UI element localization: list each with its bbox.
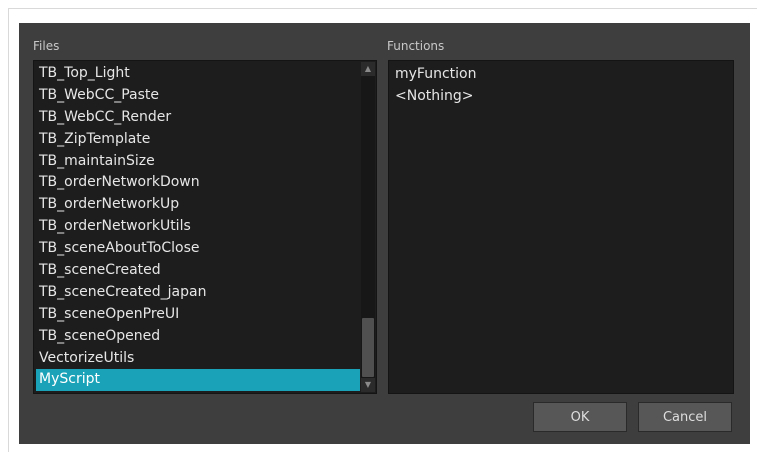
scroll-up-icon[interactable]: ▲ [361,62,375,76]
file-list-item[interactable]: TB_sceneCreated [36,260,360,282]
files-list-panel: TB_Top_Light TB_WebCC_Paste TB_WebCC_Rende… [33,60,377,394]
file-list-item[interactable]: TB_orderNetworkUtils [36,216,360,238]
script-function-dialog: Files Functions TB_Top_Light TB_WebCC_Pas… [19,23,750,444]
scroll-down-icon[interactable]: ▼ [361,378,375,392]
file-list-item[interactable]: TB_WebCC_Paste [36,85,360,107]
file-list-item[interactable]: TB_sceneOpened [36,326,360,348]
function-list-item[interactable]: <Nothing> [390,85,732,107]
ok-button[interactable]: OK [533,402,627,432]
file-list-item[interactable]: TB_sceneOpenPreUI [36,304,360,326]
files-label: Files [33,39,60,53]
file-list-item[interactable]: TB_maintainSize [36,151,360,173]
file-list-item[interactable]: TB_sceneAboutToClose [36,238,360,260]
function-list-item[interactable]: myFunction [390,63,732,85]
file-list-item[interactable]: TB_sceneCreated_japan [36,282,360,304]
file-list-item[interactable]: MyScript [36,369,360,391]
functions-list-panel: myFunction <Nothing> [388,60,734,394]
file-list-item[interactable]: TB_orderNetworkDown [36,172,360,194]
file-list-item[interactable]: TB_orderNetworkUp [36,194,360,216]
file-list-item[interactable]: TB_ZipTemplate [36,129,360,151]
functions-list[interactable]: myFunction <Nothing> [390,63,732,107]
file-list-item[interactable]: TB_Top_Light [36,63,360,85]
files-scrollbar[interactable]: ▲ ▼ [361,62,375,392]
functions-label: Functions [387,39,445,53]
scrollbar-thumb[interactable] [362,318,374,377]
file-list-item[interactable]: VectorizeUtils [36,348,360,370]
cancel-button[interactable]: Cancel [638,402,732,432]
files-list[interactable]: TB_Top_Light TB_WebCC_Paste TB_WebCC_Rende… [36,63,360,391]
file-list-item[interactable]: TB_WebCC_Render [36,107,360,129]
